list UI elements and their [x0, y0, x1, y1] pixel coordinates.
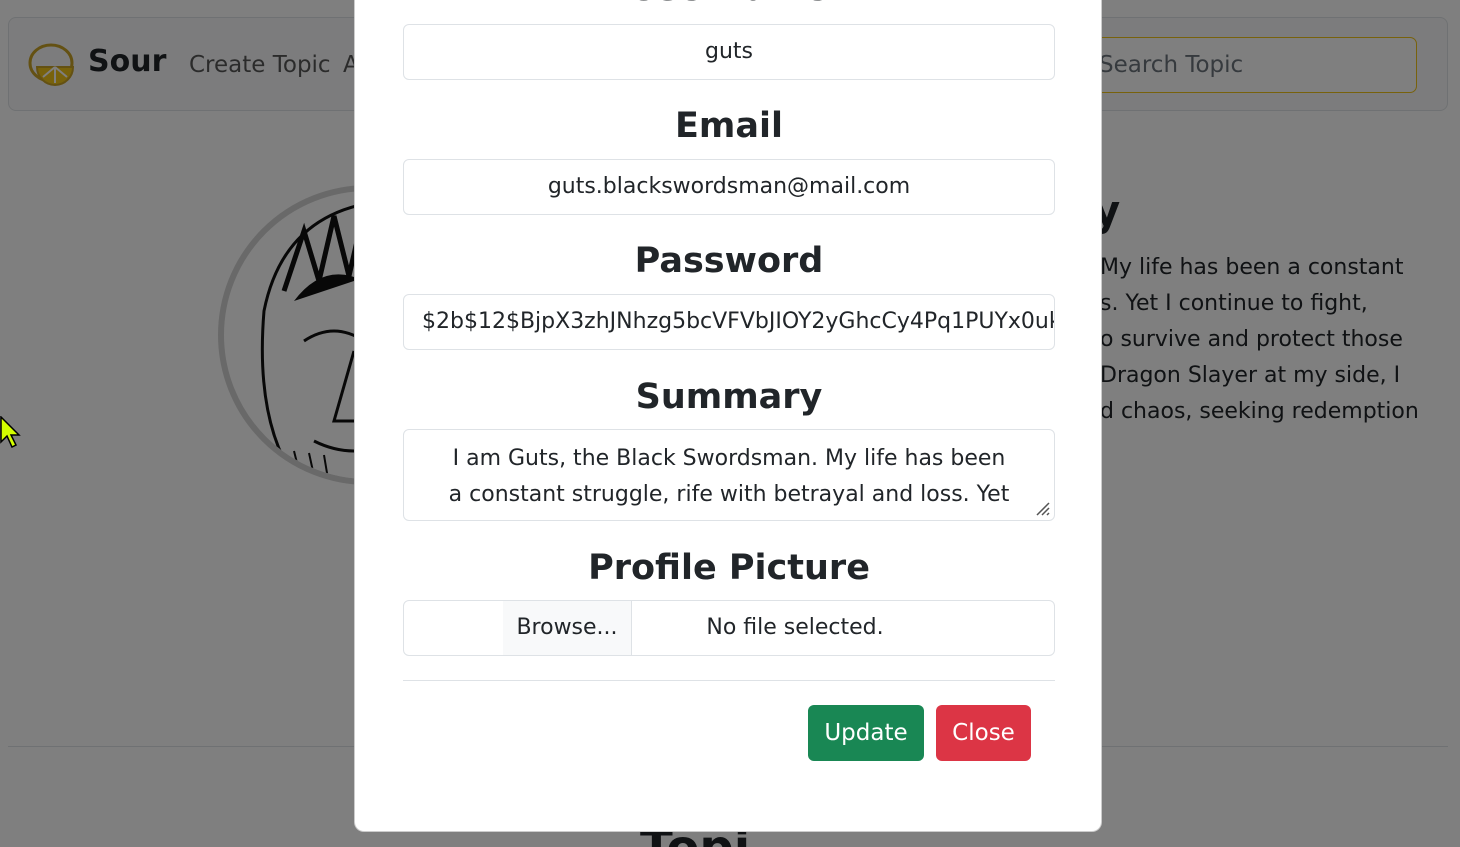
browse-button[interactable]: Browse... — [503, 601, 632, 655]
close-button[interactable]: Close — [936, 705, 1031, 761]
resize-grip-icon[interactable] — [1032, 498, 1050, 516]
email-label: Email — [675, 106, 783, 146]
username-label: Username — [355, 0, 1101, 9]
summary-textarea-value: I am Guts, the Black Swordsman. My life … — [448, 446, 1010, 520]
profile-picture-input[interactable]: Browse... No file selected. — [403, 600, 1055, 656]
email-input[interactable]: guts.blackswordsman@mail.com — [403, 159, 1055, 215]
password-label: Password — [634, 241, 824, 281]
mouse-cursor-icon — [0, 416, 21, 448]
summary-textarea[interactable]: I am Guts, the Black Swordsman. My life … — [403, 429, 1055, 521]
update-button[interactable]: Update — [808, 705, 924, 761]
profile-picture-label: Profile Picture — [588, 548, 870, 588]
password-input[interactable]: $2b$12$BjpX3zhJNhzg5bcVFVbJIOY2yGhcCy4Pq… — [403, 294, 1055, 350]
page: Sour Create Topic A Search Topic mary My… — [0, 0, 1460, 847]
modal-footer-divider — [403, 680, 1055, 681]
summary-label: Summary — [635, 377, 823, 417]
username-input[interactable]: guts — [403, 24, 1055, 80]
file-status-text: No file selected. — [706, 615, 884, 640]
edit-profile-modal: Username guts Email guts.blackswordsman@… — [354, 0, 1102, 832]
